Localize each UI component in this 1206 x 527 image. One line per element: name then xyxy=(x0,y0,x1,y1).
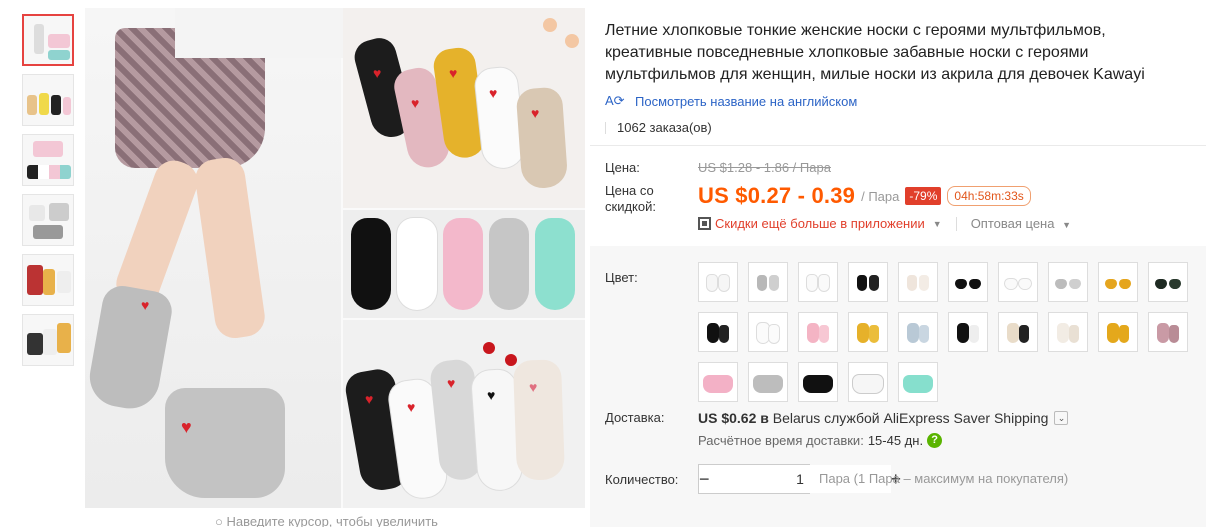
app-discount-link[interactable]: Скидки ещё больше в приложении ▼ xyxy=(698,216,942,231)
main-product-image[interactable]: ♥ ♥ ♥ ♥ ♥ ♥ ♥ ♥ ♥ ♥ ♥ ♥ xyxy=(85,8,585,508)
delivery-time: Расчётное время доставки: 15-45 дн. ? xyxy=(698,433,943,448)
shipping-destination: Belarus службой AliExpress Saver Shippin… xyxy=(772,410,1049,426)
shipping-label: Доставка: xyxy=(605,410,665,425)
color-option[interactable] xyxy=(848,262,888,302)
thumbnail-5[interactable] xyxy=(22,254,74,306)
color-label: Цвет: xyxy=(605,270,638,285)
color-options xyxy=(698,262,1198,402)
app-discount-text: Скидки ещё больше в приложении xyxy=(715,216,925,231)
thumbnail-3[interactable] xyxy=(22,134,74,186)
magnifier-icon: ○ xyxy=(215,514,227,527)
color-option[interactable] xyxy=(898,362,938,402)
color-option[interactable] xyxy=(798,312,838,352)
color-option[interactable] xyxy=(798,362,838,402)
color-option[interactable] xyxy=(748,312,788,352)
color-option[interactable] xyxy=(1098,312,1138,352)
color-option[interactable] xyxy=(1048,312,1088,352)
original-price: US $1.28 - 1.86 / Пара xyxy=(698,160,831,175)
zoom-hint: ○ Наведите курсор, чтобы увеличить xyxy=(215,514,438,527)
color-option[interactable] xyxy=(1148,262,1188,302)
color-option[interactable] xyxy=(1148,312,1188,352)
thumbnail-6[interactable] xyxy=(22,314,74,366)
divider xyxy=(590,145,1206,146)
quantity-stepper: − + xyxy=(698,464,901,494)
shipping-price: US $0.62 xyxy=(698,410,757,426)
delivery-time-label: Расчётное время доставки: xyxy=(698,433,864,448)
color-option[interactable] xyxy=(898,312,938,352)
orders-count: 1062 заказа(ов) xyxy=(605,120,712,135)
color-option[interactable] xyxy=(748,362,788,402)
qr-code-icon xyxy=(698,217,711,230)
color-option[interactable] xyxy=(948,262,988,302)
app-discount-row: Скидки ещё больше в приложении ▼ Оптовая… xyxy=(698,216,1071,231)
wholesale-text: Оптовая цена xyxy=(970,216,1055,231)
price-label: Цена: xyxy=(605,160,640,175)
socks-photo-middle xyxy=(343,210,585,318)
discount-price: US $0.27 - 0.39 xyxy=(698,183,856,208)
color-option[interactable] xyxy=(848,312,888,352)
thumbnail-4[interactable] xyxy=(22,194,74,246)
quantity-decrease-button[interactable]: − xyxy=(699,465,710,493)
discount-badge: -79% xyxy=(905,187,942,205)
chevron-down-icon[interactable]: ⌄ xyxy=(1054,411,1069,425)
shipping-connector: в xyxy=(760,410,769,426)
socks-photo-bottom: ♥ ♥ ♥ ♥ ♥ xyxy=(342,320,585,508)
help-icon[interactable]: ? xyxy=(927,433,943,448)
color-option[interactable] xyxy=(848,362,888,402)
socks-photo-top: ♥ ♥ ♥ ♥ ♥ xyxy=(343,8,585,208)
color-option[interactable] xyxy=(948,312,988,352)
separator xyxy=(955,216,957,231)
caret-down-icon: ▼ xyxy=(932,218,942,229)
color-option[interactable] xyxy=(698,312,738,352)
discount-price-row: US $0.27 - 0.39 / Пара -79% 04h:58m:33s xyxy=(698,183,1031,209)
quantity-note: Пара (1 Пара – максимум на покупателя) xyxy=(819,471,1069,486)
quantity-label: Количество: xyxy=(605,472,679,487)
caret-down-icon: ▼ xyxy=(1062,220,1072,230)
color-option[interactable] xyxy=(798,262,838,302)
translate-icon: A⟳ xyxy=(605,93,625,108)
thumbnail-list xyxy=(22,14,80,374)
color-option[interactable] xyxy=(698,362,738,402)
translate-title-link[interactable]: A⟳ Посмотреть название на английском xyxy=(605,93,857,109)
delivery-days: 15-45 дн. xyxy=(867,433,924,448)
model-photo: ♥ ♥ xyxy=(85,8,345,508)
price-unit: / Пара xyxy=(861,188,900,204)
discount-price-label: Цена со скидкой: xyxy=(605,183,656,214)
countdown-timer: 04h:58m:33s xyxy=(947,186,1031,206)
product-title: Летние хлопковые тонкие женские носки с … xyxy=(605,22,1145,83)
translate-link-text: Посмотреть название на английском xyxy=(635,93,858,109)
color-option[interactable] xyxy=(1098,262,1138,302)
zoom-hint-text: Наведите курсор, чтобы увеличить xyxy=(226,514,438,527)
color-option[interactable] xyxy=(1048,262,1088,302)
product-info: Летние хлопковые тонкие женские носки с … xyxy=(590,8,1206,527)
wholesale-price-link[interactable]: Оптовая цена ▼ xyxy=(971,216,1071,231)
color-option[interactable] xyxy=(748,262,788,302)
color-option[interactable] xyxy=(898,262,938,302)
color-option[interactable] xyxy=(998,312,1038,352)
shipping-info: US $0.62 в Belarus службой AliExpress Sa… xyxy=(698,410,1069,426)
color-option[interactable] xyxy=(698,262,738,302)
thumbnail-2[interactable] xyxy=(22,74,74,126)
thumbnail-1[interactable] xyxy=(22,14,74,66)
color-option[interactable] xyxy=(998,262,1038,302)
